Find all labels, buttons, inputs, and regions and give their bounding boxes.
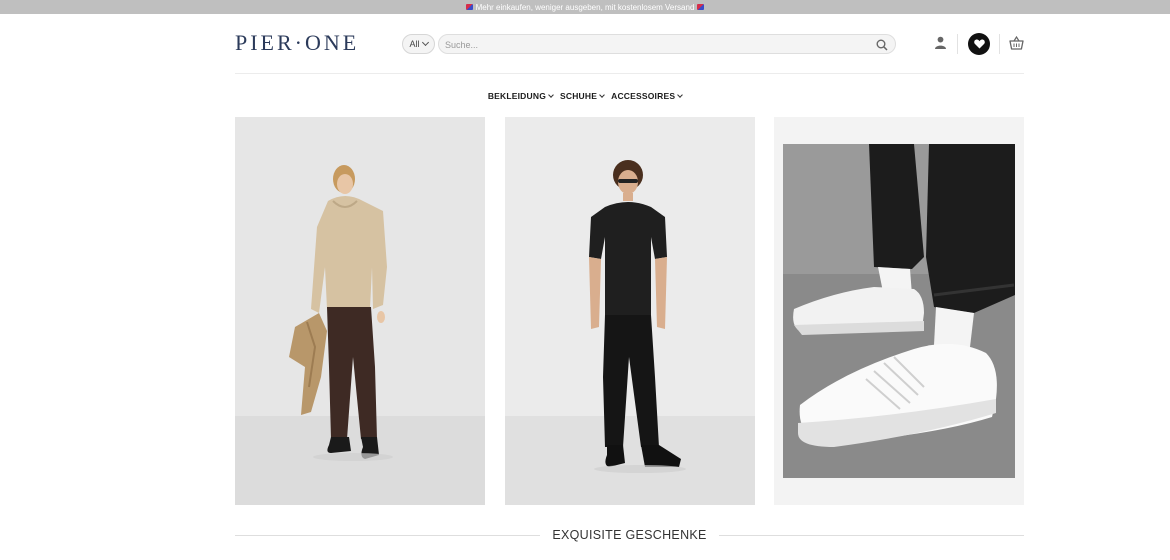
header-divider	[235, 73, 1024, 74]
heart-icon	[973, 39, 985, 49]
wishlist-button[interactable]	[968, 33, 990, 55]
header-separator	[957, 34, 958, 54]
product-card[interactable]	[235, 117, 485, 505]
main-nav: BEKLEIDUNG SCHUHE ACCESSOIRES	[0, 89, 1170, 103]
flag-icon	[465, 4, 473, 10]
header-separator	[999, 34, 1000, 54]
nav-item-schuhe[interactable]: SCHUHE	[560, 89, 605, 103]
nav-item-label: ACCESSOIRES	[611, 91, 676, 101]
product-image-tshirt	[589, 160, 686, 473]
search-icon[interactable]	[876, 39, 888, 51]
chevron-down-icon	[421, 38, 429, 47]
search-input[interactable]	[445, 37, 865, 52]
section-heading: EXQUISITE GESCHENKE	[235, 527, 1025, 543]
section-title: EXQUISITE GESCHENKE	[552, 528, 707, 542]
search-bar	[438, 34, 896, 54]
promo-text: Mehr einkaufen, weniger ausgeben, mit ko…	[475, 2, 695, 12]
chevron-down-icon	[548, 91, 554, 98]
product-card[interactable]	[774, 117, 1024, 505]
cart-icon[interactable]	[1009, 36, 1024, 50]
category-select[interactable]: All	[402, 34, 435, 54]
section-divider	[235, 534, 541, 536]
product-image-hoodie	[289, 165, 393, 461]
chevron-down-icon	[599, 91, 605, 98]
flag-icon	[697, 4, 705, 10]
product-card[interactable]	[505, 117, 755, 505]
promo-bar: Mehr einkaufen, weniger ausgeben, mit ko…	[0, 0, 1170, 14]
nav-item-label: BEKLEIDUNG	[487, 91, 547, 101]
nav-item-accessoires[interactable]: ACCESSOIRES	[611, 89, 684, 103]
site-logo[interactable]: PIER·ONE	[235, 31, 359, 55]
product-image-sneakers	[783, 144, 1015, 478]
nav-item-label: SCHUHE	[560, 91, 598, 101]
chevron-down-icon	[677, 91, 684, 98]
user-icon[interactable]	[934, 36, 947, 49]
category-select-value: All	[409, 39, 420, 49]
section-divider	[718, 534, 1025, 536]
nav-item-bekleidung[interactable]: BEKLEIDUNG	[487, 89, 554, 103]
